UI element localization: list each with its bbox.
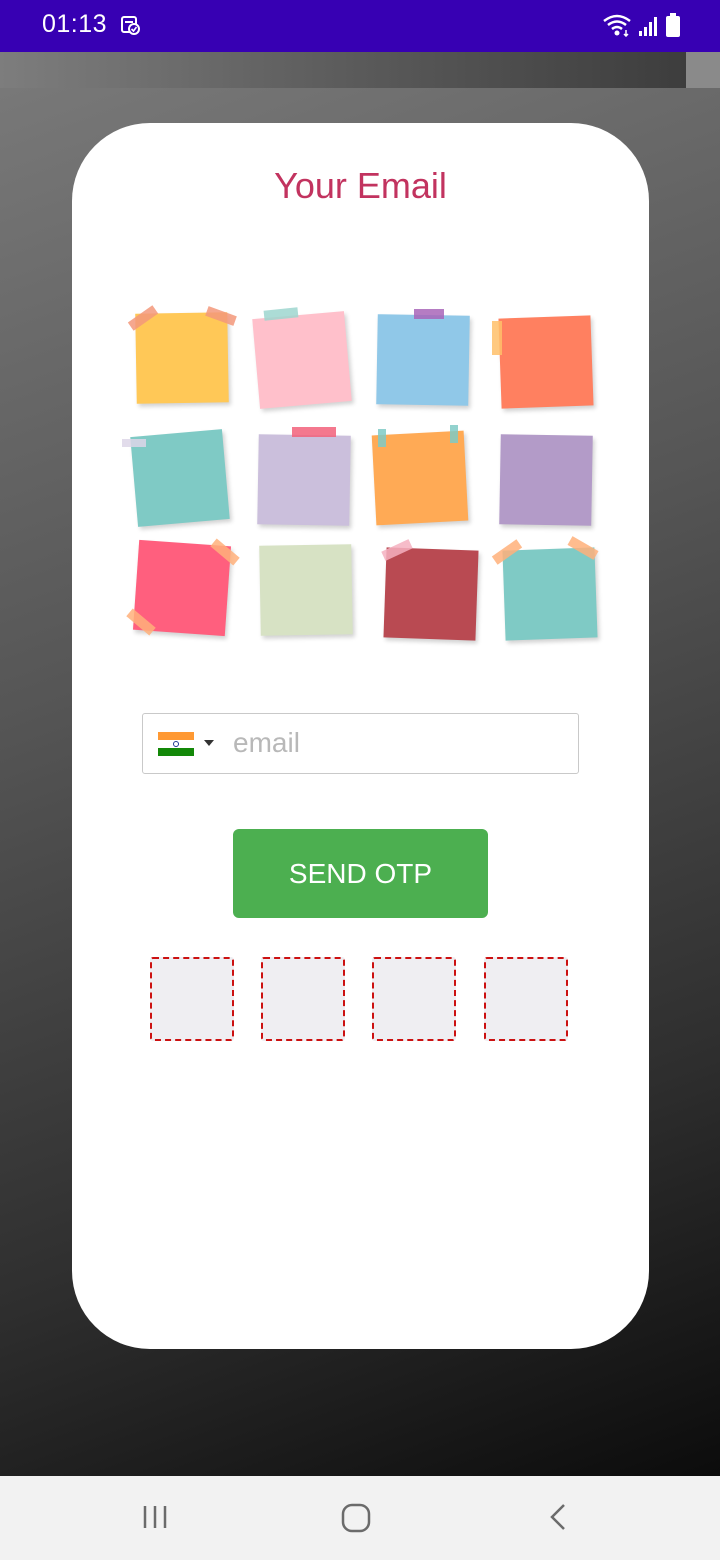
- home-icon[interactable]: [340, 1502, 372, 1539]
- status-icons: [602, 13, 680, 42]
- sticky-note: [376, 314, 470, 406]
- sticky-notes-illustration: [120, 303, 610, 643]
- tape: [492, 321, 502, 355]
- sticky-note: [383, 547, 479, 641]
- note-check-icon: [120, 15, 140, 40]
- top-strip: [0, 52, 720, 88]
- tape: [378, 429, 386, 447]
- sticky-note: [259, 544, 353, 636]
- status-bar: 01:13: [0, 0, 720, 52]
- tape: [414, 309, 444, 319]
- otp-digit-1[interactable]: [150, 957, 234, 1041]
- app-background: Your Email email SEND OTP: [0, 52, 720, 1476]
- sticky-note: [498, 315, 594, 409]
- email-field[interactable]: [142, 713, 579, 774]
- sticky-note: [499, 434, 593, 526]
- india-flag-icon[interactable]: [158, 732, 194, 756]
- scroll-indicator: [686, 52, 720, 88]
- navigation-bar: [0, 1476, 720, 1560]
- otp-input-row: [150, 957, 572, 1045]
- sticky-note: [252, 311, 352, 409]
- tape: [122, 439, 146, 447]
- email-input[interactable]: [233, 722, 563, 764]
- status-time: 01:13: [42, 10, 108, 38]
- sticky-note: [502, 547, 598, 641]
- otp-digit-3[interactable]: [372, 957, 456, 1041]
- wifi-icon: [602, 13, 632, 42]
- otp-digit-2[interactable]: [261, 957, 345, 1041]
- battery-icon: [666, 13, 680, 42]
- page-title: Your Email: [274, 165, 447, 206]
- chevron-down-icon[interactable]: [204, 740, 214, 746]
- recents-icon[interactable]: [140, 1502, 170, 1537]
- email-card: Your Email email SEND OTP: [72, 123, 649, 1349]
- back-icon[interactable]: [546, 1502, 572, 1537]
- tape: [450, 425, 458, 443]
- sticky-note: [257, 434, 351, 526]
- sticky-note: [371, 430, 469, 526]
- otp-digit-4[interactable]: [484, 957, 568, 1041]
- tape: [292, 427, 336, 437]
- sticky-note: [135, 312, 229, 404]
- send-otp-button[interactable]: SEND OTP: [233, 829, 488, 918]
- signal-icon: [638, 15, 660, 42]
